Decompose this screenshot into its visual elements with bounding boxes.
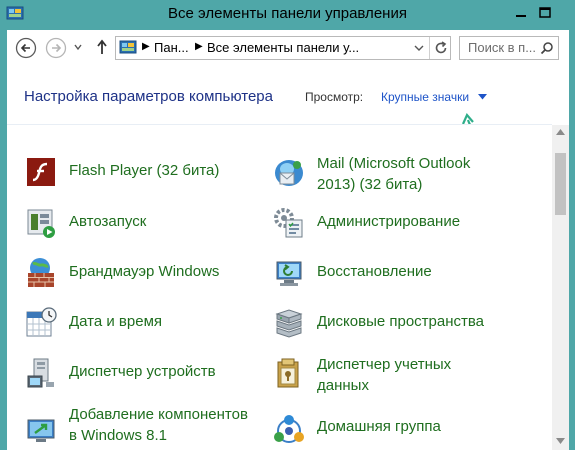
- view-by-dropdown[interactable]: Крупные значки: [381, 90, 469, 104]
- list-item-flash-player[interactable]: Flash Player (32 бита): [24, 155, 254, 191]
- address-bar[interactable]: ▶ Пан... ▶ Все элементы панели у...: [115, 36, 451, 60]
- item-label: Mail (Microsoft Outlook 2013) (32 бита): [317, 153, 470, 195]
- maximize-button[interactable]: [536, 6, 554, 20]
- flash-player-icon: [27, 158, 55, 186]
- search-icon[interactable]: [540, 41, 554, 55]
- window: Все элементы панели управления ▶ Пан... …: [0, 0, 575, 450]
- item-label: Диспетчер устройств: [69, 363, 216, 380]
- scroll-up-icon[interactable]: [556, 128, 565, 136]
- window-client: ▶ Пан... ▶ Все элементы панели у... Поис…: [7, 30, 569, 450]
- storage-spaces-icon: [275, 309, 303, 338]
- item-label: Дисковые пространства: [317, 313, 485, 330]
- mail-icon: [275, 160, 303, 186]
- item-label: Дата и время: [69, 313, 163, 330]
- label-line: 2013) (32 бита): [317, 176, 423, 193]
- calendar-clock-icon: [26, 307, 57, 337]
- label-line: данных: [317, 377, 369, 394]
- chevron-down-icon[interactable]: [73, 42, 83, 52]
- list-item-recovery[interactable]: Восстановление: [272, 256, 532, 292]
- item-label: Восстановление: [317, 263, 432, 280]
- label-line: в Windows 8.1: [69, 427, 168, 444]
- credential-manager-icon: [277, 358, 299, 388]
- navigation-bar: ▶ Пан... ▶ Все элементы панели у... Поис…: [7, 30, 569, 66]
- page-title: Настройка параметров компьютера: [24, 88, 273, 105]
- firewall-icon: [28, 258, 54, 287]
- scroll-thumb[interactable]: [555, 153, 566, 215]
- minimize-button[interactable]: [512, 6, 530, 20]
- item-label: Администрирование: [317, 213, 461, 230]
- refresh-icon[interactable]: [432, 39, 450, 57]
- breadcrumb-separator[interactable]: ▶: [195, 41, 203, 52]
- items-list: Flash Player (32 бита) Mail (Microsoft O…: [7, 125, 552, 450]
- list-item-storage-spaces[interactable]: Дисковые пространства: [272, 306, 532, 342]
- chevron-down-icon[interactable]: [478, 94, 487, 100]
- view-by-label: Просмотр:: [305, 90, 364, 104]
- administrative-tools-icon: [274, 208, 303, 238]
- up-arrow-icon[interactable]: [95, 38, 109, 56]
- device-manager-icon: [27, 358, 54, 388]
- vertical-scrollbar[interactable]: [552, 125, 569, 450]
- control-panel-icon: [119, 40, 137, 54]
- divider: [429, 37, 430, 59]
- content-header: Настройка параметров компьютера Просмотр…: [7, 66, 569, 138]
- back-arrow-icon[interactable]: [15, 37, 37, 59]
- label-line: Mail (Microsoft Outlook: [317, 155, 471, 172]
- label-line: Диспетчер учетных: [317, 356, 452, 373]
- list-item-administrative-tools[interactable]: Администрирование: [272, 206, 532, 242]
- item-label: Добавление компонентов в Windows 8.1: [69, 404, 248, 446]
- item-label: Flash Player (32 бита): [69, 162, 220, 179]
- item-label: Брандмауэр Windows: [69, 263, 220, 280]
- list-item-firewall[interactable]: Брандмауэр Windows: [24, 256, 254, 292]
- search-box[interactable]: Поиск в п...: [459, 36, 559, 60]
- search-input[interactable]: Поиск в п...: [468, 40, 536, 55]
- add-features-icon: [27, 419, 55, 442]
- item-label: Автозапуск: [69, 213, 147, 230]
- homegroup-icon: [274, 415, 304, 443]
- autoplay-icon: [27, 209, 55, 238]
- list-item-mail[interactable]: Mail (Microsoft Outlook 2013) (32 бита): [272, 155, 532, 201]
- list-item-device-manager[interactable]: Диспетчер устройств: [24, 356, 254, 392]
- item-label: Домашняя группа: [317, 418, 441, 435]
- breadcrumb-separator[interactable]: ▶: [142, 41, 150, 52]
- recovery-icon: [276, 261, 302, 286]
- breadcrumb-all-items[interactable]: Все элементы панели у...: [207, 40, 359, 55]
- list-item-autoplay[interactable]: Автозапуск: [24, 206, 254, 242]
- label-line: Добавление компонентов: [69, 406, 248, 423]
- list-item-credential-manager[interactable]: Диспетчер учетных данных: [272, 356, 532, 402]
- title-bar[interactable]: Все элементы панели управления: [0, 0, 575, 30]
- address-dropdown-icon[interactable]: [414, 44, 424, 52]
- scroll-down-icon[interactable]: [556, 437, 565, 445]
- forward-arrow-icon[interactable]: [45, 37, 67, 59]
- window-title: Все элементы панели управления: [168, 5, 407, 22]
- item-label: Диспетчер учетных данных: [317, 354, 451, 396]
- list-item-homegroup[interactable]: Домашняя группа: [272, 406, 532, 450]
- breadcrumb-control-panel[interactable]: Пан...: [154, 40, 189, 55]
- list-item-date-time[interactable]: Дата и время: [24, 306, 254, 342]
- list-item-add-features[interactable]: Добавление компонентов в Windows 8.1: [24, 406, 264, 450]
